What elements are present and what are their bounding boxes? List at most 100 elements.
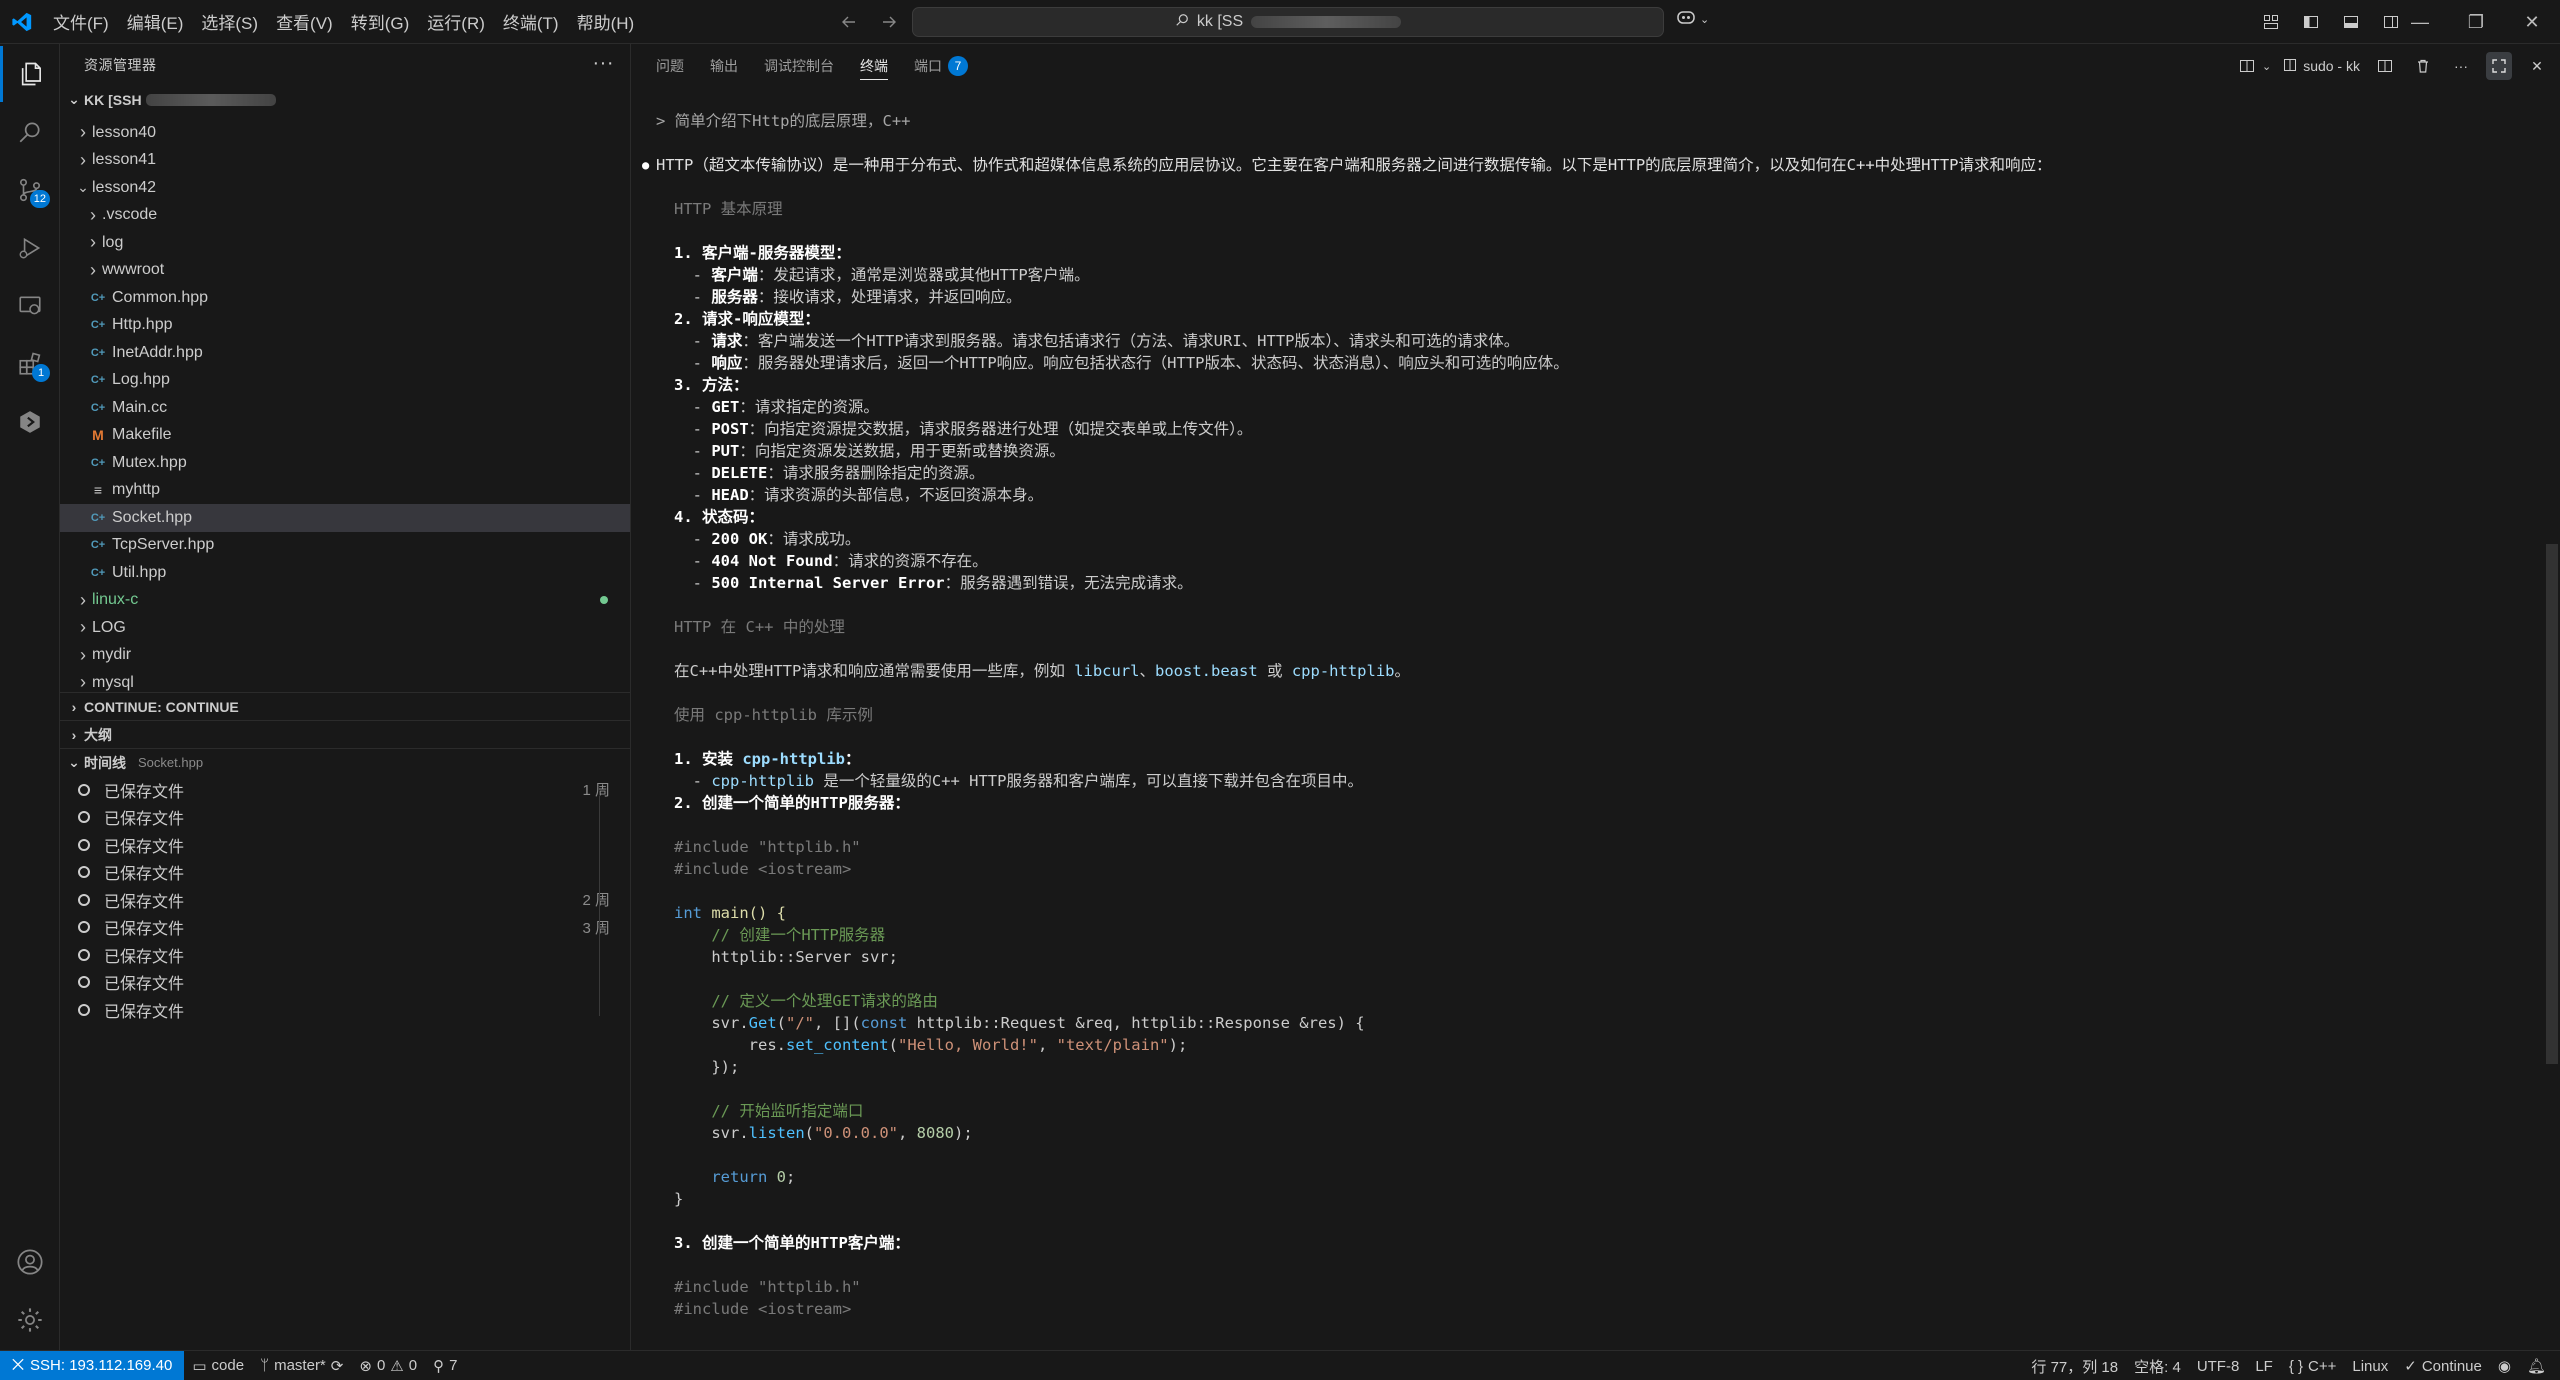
split-terminal-icon[interactable] [2372,52,2398,80]
toggle-panel-icon[interactable] [2338,8,2364,36]
panel-tab[interactable]: 调试控制台 [764,44,834,88]
tree-file[interactable]: C+ Common.hpp [60,284,630,312]
tree-file[interactable]: C+ Mutex.hpp [60,449,630,477]
source-control-icon[interactable]: 12 [0,162,60,218]
section-heading: HTTP 基本原理 [674,200,783,218]
tree-folder[interactable]: ⌄ lesson42 [60,174,630,202]
notifications-bell-icon[interactable]: 🔔︎ [2519,1357,2554,1375]
more-actions-icon[interactable]: ··· [2448,52,2474,80]
timeline-item[interactable]: 已保存文件 [60,941,630,969]
chevron-down-icon[interactable]: ⌄ [2262,60,2271,73]
end-of-line[interactable]: LF [2247,1358,2281,1375]
error-icon: ⊗ [359,1357,372,1375]
timeline-item[interactable]: 已保存文件 3 周 [60,914,630,942]
menu-item[interactable]: 运行(R) [418,9,494,34]
account-icon[interactable] [0,1234,60,1290]
tree-file[interactable]: C+ Socket.hpp [60,504,630,532]
outline-section-header[interactable]: › 大纲 [60,721,630,748]
continue-extension-icon[interactable] [0,394,60,450]
menu-item[interactable]: 转到(G) [342,9,419,34]
timeline-item[interactable]: 已保存文件 [60,804,630,832]
code-line: // 开始监听指定端口 [674,1102,864,1120]
customize-layout-icon[interactable] [2258,8,2284,36]
panel-tab[interactable]: 问题 [656,44,684,88]
menu-item[interactable]: 编辑(E) [118,9,193,34]
tree-file[interactable]: C+ Util.hpp [60,559,630,587]
tree-file[interactable]: M Makefile [60,422,630,450]
timeline-item[interactable]: 已保存文件 [60,831,630,859]
panel-tab-label: 问题 [656,58,684,74]
menu-item[interactable]: 文件(F) [44,9,118,34]
terminal-instance-name[interactable]: sudo - kk [2303,58,2360,74]
tree-folder[interactable]: › LOG [60,614,630,642]
close-icon[interactable]: ✕ [2504,0,2560,44]
encoding[interactable]: UTF-8 [2189,1358,2248,1375]
os-indicator[interactable]: Linux [2344,1358,2396,1375]
workspace-root-label: KK [SSH [84,91,142,108]
maximize-panel-icon[interactable] [2486,52,2512,80]
tree-folder[interactable]: › mysql [60,669,630,692]
settings-gear-icon[interactable] [0,1292,60,1348]
remote-indicator[interactable]: ⨉ SSH: 193.112.169.40 [0,1350,185,1380]
timeline-item[interactable]: 已保存文件 [60,859,630,887]
copilot-status-icon[interactable]: ◉ [2490,1357,2519,1375]
timeline-item-label: 已保存文件 [104,921,185,939]
ports-indicator[interactable]: ⚲ 7 [425,1357,465,1375]
restore-icon[interactable]: ❐ [2448,0,2504,44]
tree-folder[interactable]: › .vscode [60,202,630,230]
extensions-icon[interactable]: 1 [0,336,60,392]
new-terminal-split-icon[interactable] [2234,52,2260,80]
panel-tab[interactable]: 输出 [710,44,738,88]
tree-folder[interactable]: › lesson40 [60,119,630,147]
tree-folder[interactable]: › log [60,229,630,257]
menu-item[interactable]: 终端(T) [494,9,568,34]
close-panel-icon[interactable]: ✕ [2524,52,2550,80]
tree-file[interactable]: ≡ myhttp [60,477,630,505]
menu-item[interactable]: 帮助(H) [568,9,644,34]
language-mode[interactable]: { } C++ [2281,1358,2345,1375]
tree-folder[interactable]: › mydir [60,642,630,670]
tree-folder[interactable]: › lesson41 [60,147,630,175]
tree-folder[interactable]: › linux-c [60,587,630,615]
cursor-position[interactable]: 行 77，列 18 [2023,1356,2126,1377]
list-item: - 响应：服务器处理请求后，返回一个HTTP响应。响应包括状态行（HTTP版本、… [674,354,1569,372]
minimize-icon[interactable]: — [2392,0,2448,44]
remote-explorer-icon[interactable] [0,278,60,334]
tree-item-label: linux-c [92,591,139,609]
menu-item[interactable]: 选择(S) [192,9,267,34]
tree-file[interactable]: C+ TcpServer.hpp [60,532,630,560]
terminal-output[interactable]: > 简单介绍下Http的底层原理，C++ ● HTTP（超文本传输协议）是一种用于… [642,110,2530,1350]
tree-folder[interactable]: › wwwroot [60,257,630,285]
continue-section-header[interactable]: › CONTINUE: CONTINUE [60,693,630,720]
menu-item[interactable]: 查看(V) [267,9,342,34]
tree-file[interactable]: C+ Http.hpp [60,312,630,340]
more-actions-icon[interactable]: ··· [593,52,614,75]
terminal-scrollbar[interactable] [2546,544,2558,1064]
workspace-folder[interactable]: ▭ code [184,1357,252,1375]
problems-indicator[interactable]: ⊗ 0 ⚠ 0 [351,1357,425,1375]
indentation[interactable]: 空格: 4 [2126,1356,2189,1377]
timeline-item[interactable]: 已保存文件 [60,969,630,997]
explorer-icon[interactable] [0,46,60,102]
search-icon[interactable] [0,104,60,160]
copilot-button[interactable]: ⌄ [1676,8,1709,31]
command-center-search[interactable]: kk [SS [912,7,1664,37]
timeline-item[interactable]: 已保存文件 [60,996,630,1024]
continue-status[interactable]: ✓ Continue [2396,1357,2490,1376]
panel-tab[interactable]: 终端 [860,44,888,88]
git-branch[interactable]: ᛘ master* ⟳ [252,1357,351,1375]
sync-icon[interactable]: ⟳ [331,1357,344,1375]
timeline-item[interactable]: 已保存文件 1 周 [60,776,630,804]
tree-file[interactable]: C+ Log.hpp [60,367,630,395]
trash-icon[interactable] [2410,52,2436,80]
run-debug-icon[interactable] [0,220,60,276]
tree-file[interactable]: C+ Main.cc [60,394,630,422]
toggle-primary-sidebar-icon[interactable] [2298,8,2324,36]
panel-tab[interactable]: 端口 7 [914,44,968,88]
tree-file[interactable]: C+ InetAddr.hpp [60,339,630,367]
timeline-section-header[interactable]: ⌄ 时间线 Socket.hpp [60,749,630,776]
timeline-item[interactable]: 已保存文件 2 周 [60,886,630,914]
forward-arrow-icon[interactable] [876,8,902,36]
back-arrow-icon[interactable] [836,8,862,36]
workspace-root-header[interactable]: ⌄ KK [SSH [60,86,630,113]
